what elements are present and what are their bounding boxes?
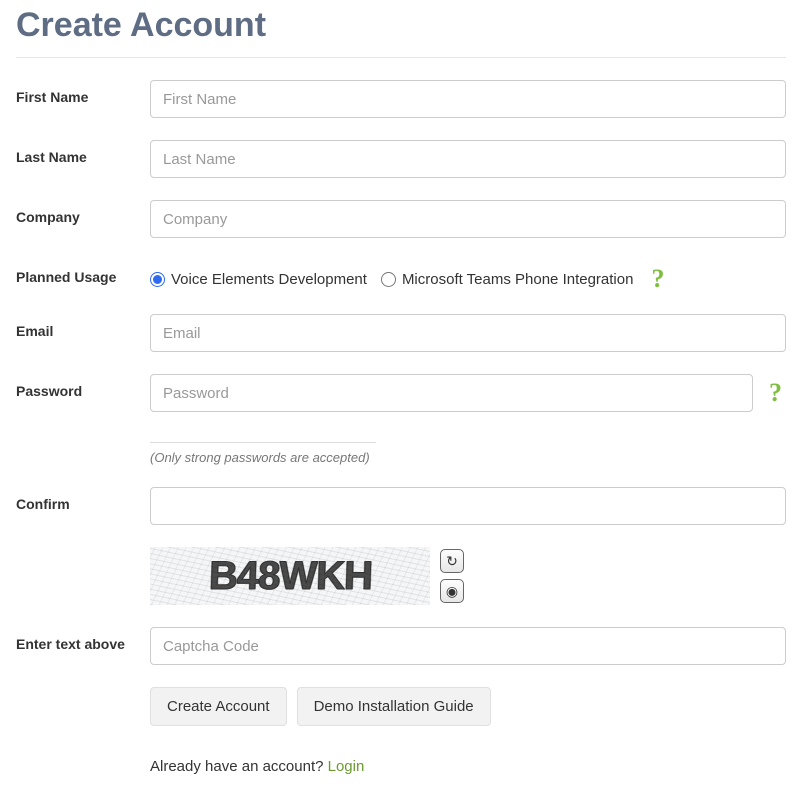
audio-icon: ◉ (446, 583, 458, 600)
password-strength-hint: (Only strong passwords are accepted) (150, 450, 786, 465)
confirm-label: Confirm (16, 487, 150, 513)
last-name-label: Last Name (16, 140, 150, 166)
last-name-input[interactable] (150, 140, 786, 178)
email-input[interactable] (150, 314, 786, 352)
password-input[interactable] (150, 374, 753, 412)
usage-radio-ms-teams[interactable]: Microsoft Teams Phone Integration (381, 271, 634, 288)
password-strength-bar (150, 442, 376, 446)
first-name-input[interactable] (150, 80, 786, 118)
create-account-button[interactable]: Create Account (150, 687, 287, 726)
page-title: Create Account (16, 6, 786, 45)
usage-help-icon[interactable]: ? (647, 266, 668, 292)
captcha-image: B48WKH (150, 547, 430, 605)
captcha-refresh-button[interactable]: ↻ (440, 549, 464, 573)
captcha-text: B48WKH (208, 554, 372, 599)
refresh-icon: ↻ (446, 553, 458, 570)
password-help-icon[interactable]: ? (765, 380, 786, 406)
first-name-label: First Name (16, 80, 150, 106)
usage-radio-voice-elements[interactable]: Voice Elements Development (150, 271, 367, 288)
email-label: Email (16, 314, 150, 340)
captcha-audio-button[interactable]: ◉ (440, 579, 464, 603)
usage-radio-voice-elements-input[interactable] (150, 272, 165, 287)
login-prompt-text: Already have an account? (150, 758, 328, 775)
usage-radio-voice-elements-label: Voice Elements Development (171, 271, 367, 288)
company-label: Company (16, 200, 150, 226)
usage-radio-ms-teams-label: Microsoft Teams Phone Integration (402, 271, 634, 288)
usage-radio-ms-teams-input[interactable] (381, 272, 396, 287)
login-link[interactable]: Login (328, 758, 365, 775)
password-label: Password (16, 374, 150, 400)
confirm-input (150, 487, 786, 525)
demo-guide-button[interactable]: Demo Installation Guide (297, 687, 491, 726)
divider (16, 57, 786, 58)
company-input[interactable] (150, 200, 786, 238)
planned-usage-label: Planned Usage (16, 260, 150, 286)
captcha-label: Enter text above (16, 627, 150, 653)
captcha-input[interactable] (150, 627, 786, 665)
